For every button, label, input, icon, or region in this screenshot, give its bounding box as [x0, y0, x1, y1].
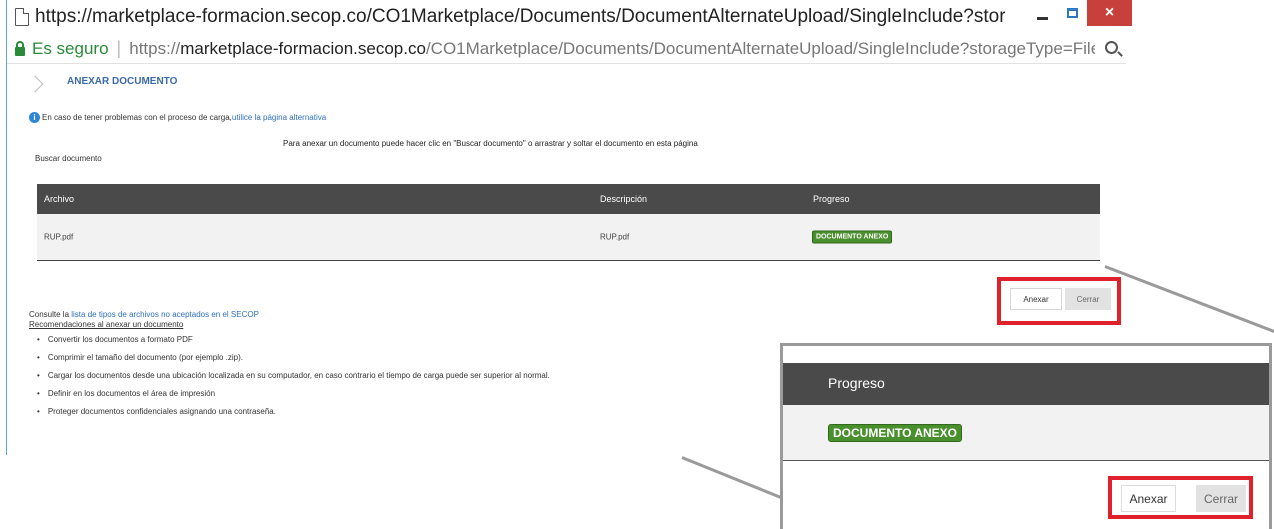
- recommendations-list: Convertir los documentos a formato PDF C…: [37, 335, 550, 425]
- url-scheme: https://: [129, 38, 181, 58]
- status-badge: DOCUMENTO ANEXO: [812, 230, 893, 244]
- url-host: marketplace-formacion.secop.co: [180, 38, 426, 58]
- column-header-file: Archivo: [44, 194, 75, 204]
- close-window-button[interactable]: ×: [1087, 0, 1132, 26]
- column-header-progress: Progreso: [813, 194, 850, 204]
- info-text: En caso de tener problemas con el proces…: [42, 113, 232, 122]
- maximize-icon: [1066, 8, 1078, 18]
- info-message: i En caso de tener problemas con el proc…: [29, 112, 326, 123]
- zoom-icon[interactable]: [1105, 41, 1118, 54]
- window-title: https://marketplace-formacion.secop.co/C…: [35, 6, 1005, 27]
- close-button[interactable]: Cerrar: [1065, 288, 1111, 310]
- maximize-button[interactable]: [1057, 0, 1087, 26]
- upload-instructions: Para anexar un documento puede hacer cli…: [283, 139, 698, 148]
- address-separator: |: [116, 38, 122, 58]
- url-text[interactable]: https://marketplace-formacion.secop.co/C…: [129, 39, 1095, 59]
- alternate-page-link[interactable]: utilice la página alternativa: [232, 113, 326, 122]
- info-icon: i: [29, 112, 40, 123]
- zoom-table-row: DOCUMENTO ANEXO: [783, 405, 1269, 461]
- secure-label: Es seguro: [32, 38, 109, 58]
- search-document-button[interactable]: Buscar documento: [35, 154, 102, 163]
- url-path: /CO1Marketplace/Documents/DocumentAltern…: [425, 38, 1096, 58]
- lock-icon: [15, 40, 25, 56]
- table-row: RUP.pdf RUP.pdf DOCUMENTO ANEXO: [37, 214, 1100, 261]
- list-item: Comprimir el tamaño del documento (por e…: [37, 353, 550, 371]
- attach-button[interactable]: Anexar: [1010, 288, 1062, 310]
- table-header: Archivo Descripción Progreso: [37, 184, 1100, 214]
- chevron-right-icon: [26, 75, 44, 93]
- consult-text: Consulte la lista de tipos de archivos n…: [29, 310, 259, 319]
- minimize-icon: [1036, 16, 1048, 20]
- zoom-close-button[interactable]: Cerrar: [1196, 485, 1246, 512]
- screenshot-stage: https://marketplace-formacion.secop.co/C…: [0, 0, 1274, 529]
- zoom-callout: Progreso DOCUMENTO ANEXO Anexar Cerrar: [780, 343, 1272, 529]
- callout-connector-bottom: [681, 456, 785, 501]
- minimize-button[interactable]: [1027, 0, 1057, 26]
- list-item: Cargar los documentos desde una ubicació…: [37, 371, 550, 389]
- page-title: ANEXAR DOCUMENTO: [67, 76, 178, 87]
- zoom-table-header: Progreso: [783, 363, 1269, 405]
- list-item: Definir en los documentos el área de imp…: [37, 389, 550, 407]
- page-icon: [15, 8, 29, 26]
- file-description: RUP.pdf: [600, 232, 630, 242]
- zoom-column-header-progress: Progreso: [828, 375, 885, 391]
- title-bar: https://marketplace-formacion.secop.co/C…: [7, 0, 1132, 34]
- list-item: Convertir los documentos a formato PDF: [37, 335, 550, 353]
- consult-prefix: Consulte la: [29, 310, 72, 319]
- rejected-file-types-link[interactable]: lista de tipos de archivos no aceptados …: [71, 310, 259, 319]
- recommendations-title: Recomendaciones al anexar un documento: [29, 320, 184, 329]
- file-name: RUP.pdf: [44, 232, 74, 242]
- address-bar[interactable]: Es seguro | https://marketplace-formacio…: [7, 34, 1126, 64]
- callout-connector-top: [1104, 265, 1274, 336]
- zoom-attach-button[interactable]: Anexar: [1121, 485, 1176, 512]
- column-header-description: Descripción: [600, 194, 648, 204]
- list-item: Proteger documentos confidenciales asign…: [37, 407, 550, 425]
- zoom-status-badge: DOCUMENTO ANEXO: [828, 424, 963, 442]
